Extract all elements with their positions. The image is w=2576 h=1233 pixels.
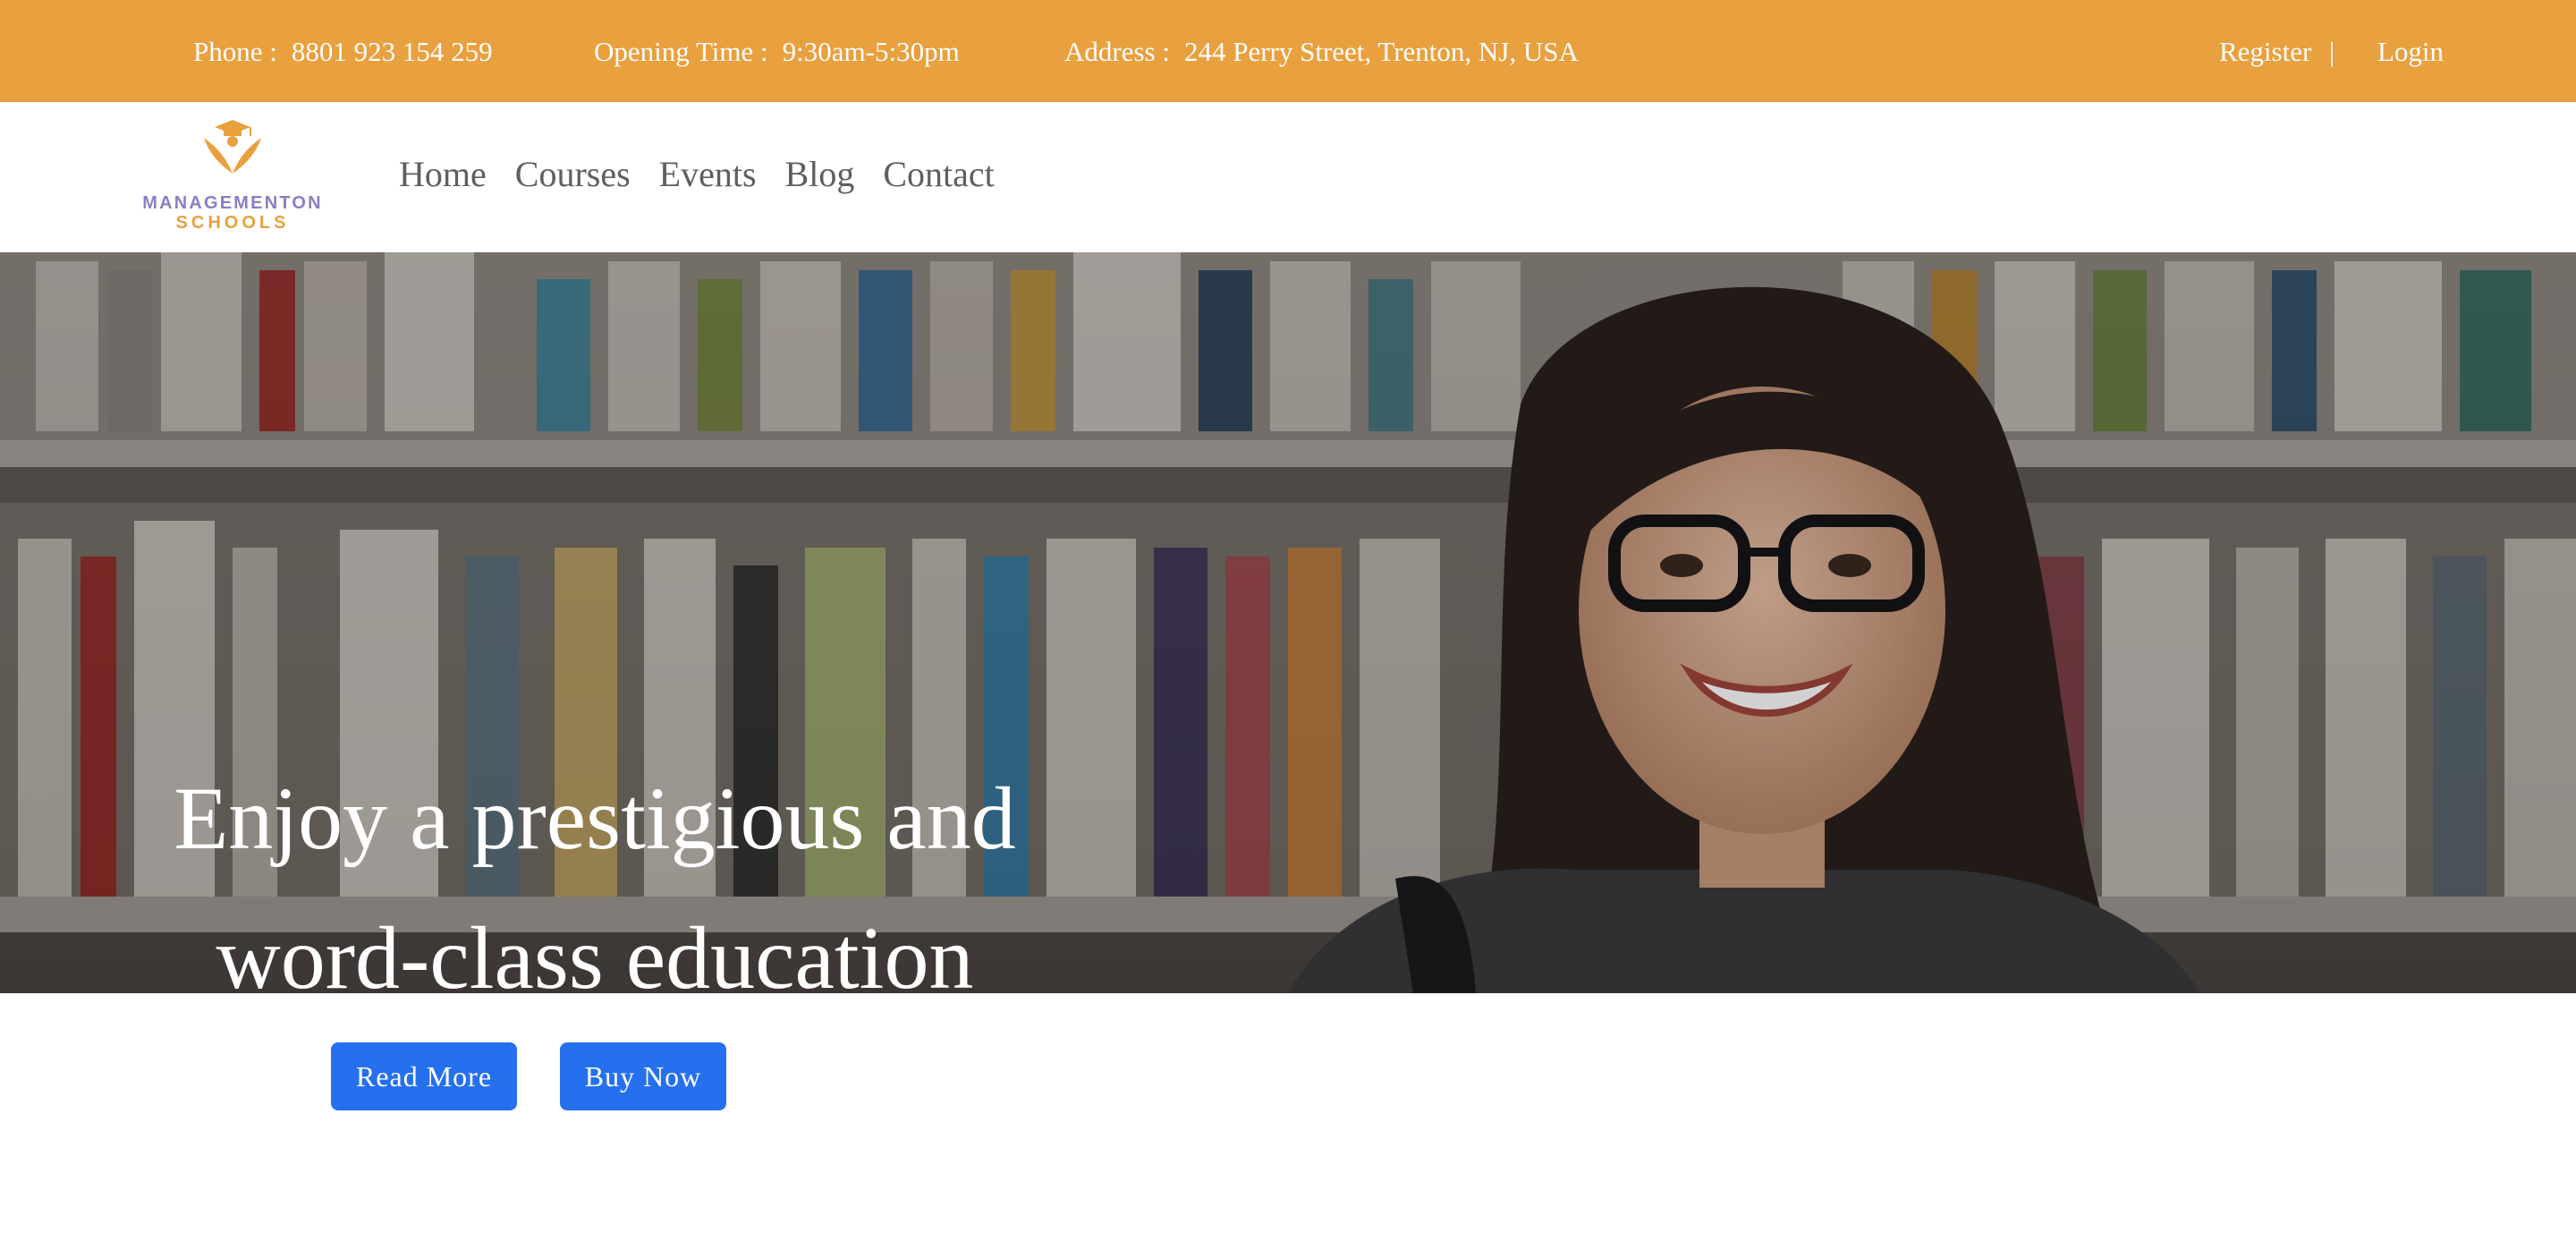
hero-headline-line2: word-class education [216,908,974,993]
opening-time-info: Opening Time : 9:30am-5:30pm [594,34,960,70]
opening-time-label: Opening Time : [594,36,768,67]
logo-text-secondary: SCHOOLS [175,213,290,233]
logo-text-primary: MANAGEMENTON [142,193,323,213]
hero-headline-line1: Enjoy a prestigious and [174,769,1016,868]
phone-value: 8801 923 154 259 [291,36,493,67]
login-link[interactable]: Login [2377,34,2444,70]
top-info-bar: Phone : 8801 923 154 259 Opening Time : 9:… [0,0,2576,102]
graduation-cap-logo-icon [204,120,261,174]
address-label: Address : [1064,36,1170,67]
address-info: Address : 244 Perry Street, Trenton, NJ, … [1064,34,1579,70]
primary-menu: Home Courses Events Blog Contact [399,152,995,197]
nav-blog[interactable]: Blog [785,152,855,197]
address-value: 244 Perry Street, Trenton, NJ, USA [1183,36,1579,67]
hero-headline: Enjoy a prestigious and word-class educat… [143,749,1046,993]
main-navbar: MANAGEMENTON SCHOOLS Home Courses Events… [0,102,2576,252]
nav-home[interactable]: Home [399,152,487,197]
phone-info: Phone : 8801 923 154 259 [193,34,493,70]
nav-courses[interactable]: Courses [515,152,631,197]
nav-events[interactable]: Events [659,152,757,197]
read-more-button[interactable]: Read More [331,1042,517,1110]
phone-label: Phone : [193,36,277,67]
auth-separator: | [2329,36,2335,67]
hero-banner: Enjoy a prestigious and word-class educat… [0,252,2576,993]
nav-contact[interactable]: Contact [883,152,994,197]
buy-now-button[interactable]: Buy Now [560,1042,726,1110]
register-link[interactable]: Register [2219,34,2311,70]
opening-time-value: 9:30am-5:30pm [782,36,960,67]
site-logo[interactable]: MANAGEMENTON SCHOOLS [134,118,331,236]
